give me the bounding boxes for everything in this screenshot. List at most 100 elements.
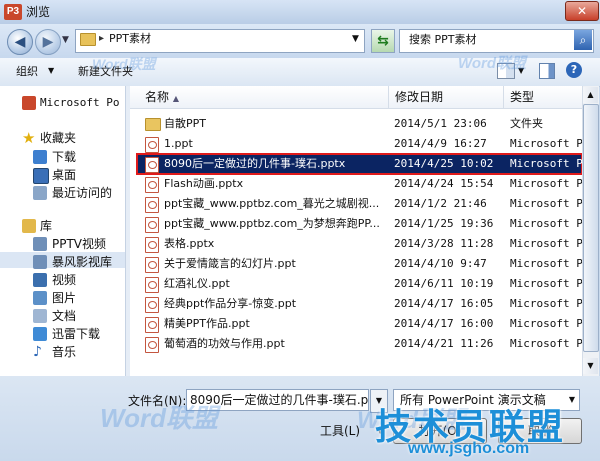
file-date: 2014/3/28 11:28 — [394, 237, 494, 250]
column-header-name[interactable]: 名称 ▲ — [137, 86, 389, 108]
scroll-down-arrow-icon[interactable]: ▼ — [583, 358, 598, 374]
file-row[interactable]: 红酒礼仪.ppt 2014/6/11 10:19 Microsoft Pov — [137, 274, 582, 294]
desktop-icon — [33, 168, 49, 184]
filetype-select[interactable]: 所有 PowerPoint 演示文稿 — [393, 389, 580, 411]
cancel-button[interactable]: 取消 — [498, 418, 582, 444]
video-library-icon — [33, 237, 47, 251]
music-icon: ♪ — [33, 344, 42, 360]
file-date: 2014/6/11 10:19 — [394, 277, 494, 290]
nav-item-recent[interactable]: 最近访问的 — [0, 184, 125, 202]
tools-menu-button[interactable]: 工具(L) — [320, 423, 360, 439]
file-date: 2014/5/1 23:06 — [394, 117, 487, 130]
search-icon[interactable]: ⌕ — [574, 30, 592, 50]
file-row[interactable]: ppt宝藏_www.pptbz.com_暮光之城剧视... 2014/1/2 21… — [137, 194, 582, 214]
file-type: Microsoft Pov — [510, 297, 582, 310]
column-header-date[interactable]: 修改日期 — [389, 86, 504, 108]
new-folder-button[interactable]: 新建文件夹 — [78, 64, 133, 80]
nav-item-videos[interactable]: 视频 — [0, 271, 125, 289]
file-name: 8090后一定做过的几件事-璞石.pptx — [164, 157, 346, 170]
scroll-up-arrow-icon[interactable]: ▲ — [583, 87, 598, 103]
file-row[interactable]: 1.ppt 2014/4/9 16:27 Microsoft Pov — [137, 134, 582, 154]
nav-item-favorites[interactable]: ★ 收藏夹 — [0, 129, 125, 147]
file-type: Microsoft Pov — [510, 137, 582, 150]
powerpoint-file-icon — [145, 197, 159, 213]
file-type: Microsoft Pov — [510, 317, 582, 330]
nav-item-label: 桌面 — [52, 168, 77, 182]
powerpoint-file-icon — [145, 177, 159, 193]
nav-item-music[interactable]: ♪ 音乐 — [0, 343, 125, 361]
file-date: 2014/4/17 16:05 — [394, 297, 494, 310]
nav-item-desktop[interactable]: 桌面 — [0, 166, 125, 184]
powerpoint-file-icon — [145, 337, 159, 353]
nav-item-label: 下载 — [52, 150, 77, 164]
nav-item-label: PPTV视频 — [52, 237, 107, 251]
column-header-type[interactable]: 类型 — [504, 86, 582, 108]
file-date: 2014/4/24 15:54 — [394, 177, 494, 190]
file-row[interactable]: 经典ppt作品分享-惊变.ppt 2014/4/17 16:05 Microsoft… — [137, 294, 582, 314]
file-type: Microsoft Pov — [510, 217, 582, 230]
scrollbar-thumb[interactable] — [583, 104, 599, 352]
search-placeholder[interactable]: 搜索 PPT素材 — [409, 32, 476, 48]
file-type: 文件夹 — [510, 117, 543, 130]
file-type: Microsoft Pov — [510, 277, 582, 290]
nav-item-pictures[interactable]: 图片 — [0, 289, 125, 307]
nav-item-label: 收藏夹 — [40, 131, 77, 145]
filename-dropdown-chevron-icon[interactable]: ▼ — [370, 389, 388, 413]
nav-item-label: 图片 — [52, 291, 77, 305]
view-options-chevron-icon[interactable]: ▼ — [518, 66, 524, 75]
file-row[interactable]: ppt宝藏_www.pptbz.com_为梦想奔跑PP... 2014/1/25 … — [137, 214, 582, 234]
close-button[interactable]: ✕ — [565, 1, 599, 21]
nav-item-documents[interactable]: 文档 — [0, 307, 125, 325]
file-name: Flash动画.pptx — [164, 177, 244, 190]
nav-item-xunlei-downloads[interactable]: 迅雷下载 — [0, 325, 125, 343]
file-name: 经典ppt作品分享-惊变.ppt — [164, 297, 297, 310]
file-row[interactable]: 精美PPT作品.ppt 2014/4/17 16:00 Microsoft Pov — [137, 314, 582, 334]
file-date: 2014/4/21 11:26 — [394, 337, 494, 350]
nav-item-libraries[interactable]: 库 — [0, 217, 125, 235]
powerpoint-file-icon — [145, 157, 159, 173]
powerpoint-file-icon — [145, 317, 159, 333]
organize-chevron-icon[interactable]: ▼ — [48, 66, 54, 75]
nav-item-baofeng-library[interactable]: 暴风影视库 — [0, 253, 125, 271]
file-date: 2014/4/9 16:27 — [394, 137, 487, 150]
file-name: 红酒礼仪.ppt — [164, 277, 230, 290]
nav-item-label: 文档 — [52, 309, 77, 323]
file-row-selected[interactable]: 8090后一定做过的几件事-璞石.pptx 2014/4/25 10:02 Micr… — [136, 153, 583, 175]
breadcrumb-current-folder[interactable]: PPT素材 — [109, 31, 151, 47]
file-name: ppt宝藏_www.pptbz.com_为梦想奔跑PP... — [164, 217, 380, 230]
tools-chevron-icon[interactable]: ▼ — [377, 426, 383, 435]
file-date: 2014/4/25 10:02 — [394, 157, 494, 170]
nav-item-label: Microsoft Po — [40, 96, 120, 109]
filetype-dropdown-chevron-icon[interactable]: ▼ — [565, 390, 579, 410]
powerpoint-file-icon — [145, 297, 159, 313]
file-row[interactable]: 自散PPT 2014/5/1 23:06 文件夹 — [137, 114, 582, 134]
nav-item-microsoft-powerpoint[interactable]: Microsoft Po — [0, 94, 125, 112]
nav-item-downloads[interactable]: 下载 — [0, 148, 125, 166]
powerpoint-file-icon — [145, 257, 159, 273]
file-date: 2014/1/2 21:46 — [394, 197, 487, 210]
powerpoint-file-icon — [145, 277, 159, 293]
library-icon — [22, 219, 36, 233]
documents-icon — [33, 309, 47, 323]
file-row[interactable]: 表格.pptx 2014/3/28 11:28 Microsoft Pov — [137, 234, 582, 254]
file-type: Microsoft Pov — [510, 197, 582, 210]
filename-input[interactable]: 8090后一定做过的几件事-璞石.pptx — [186, 389, 369, 411]
nav-item-pptv-video[interactable]: PPTV视频 — [0, 235, 125, 253]
forward-button[interactable]: ▶ — [35, 29, 61, 55]
back-button[interactable]: ◀ — [7, 29, 33, 55]
file-row[interactable]: 关于爱情箴言的幻灯片.ppt 2014/4/10 9:47 Microsoft Po… — [137, 254, 582, 274]
file-row[interactable]: 葡萄酒的功效与作用.ppt 2014/4/21 11:26 Microsoft Po… — [137, 334, 582, 354]
recent-icon — [33, 186, 47, 200]
change-view-icon[interactable] — [497, 63, 515, 79]
preview-pane-icon[interactable] — [539, 63, 555, 79]
breadcrumb-separator[interactable]: ▸ — [99, 32, 104, 46]
address-dropdown-chevron-icon[interactable]: ▼ — [352, 34, 359, 44]
help-icon[interactable]: ? — [566, 62, 582, 78]
open-button[interactable]: 打开(O) — [393, 418, 487, 444]
file-row[interactable]: Flash动画.pptx 2014/4/24 15:54 Microsoft Pov — [137, 174, 582, 194]
recent-pages-chevron-icon[interactable]: ▼ — [62, 35, 69, 45]
organize-menu[interactable]: 组织 — [16, 64, 38, 80]
nav-item-label: 暴风影视库 — [52, 255, 113, 269]
nav-item-label: 迅雷下载 — [52, 327, 101, 341]
refresh-button[interactable]: ⇆ — [371, 29, 395, 53]
